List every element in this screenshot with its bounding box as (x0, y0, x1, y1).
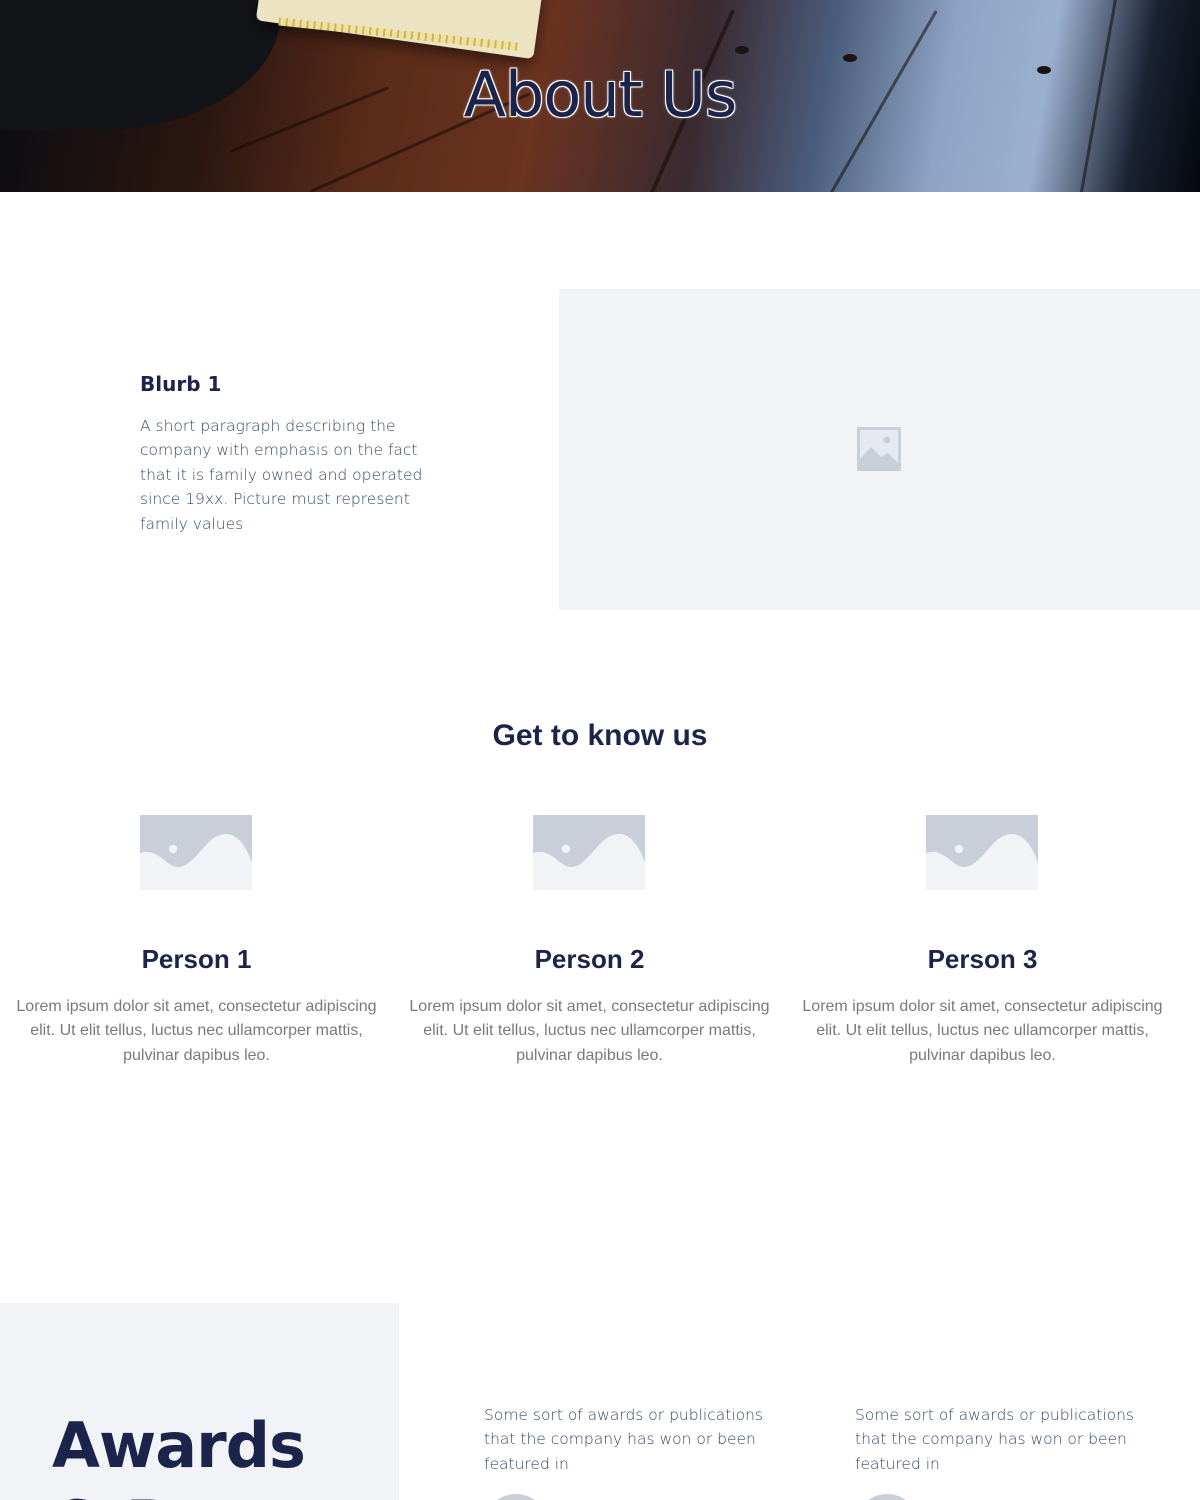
team-member-name: Person 1 (141, 944, 252, 974)
awards-title-line: & P (52, 1487, 171, 1500)
photo-placeholder-icon (533, 815, 645, 890)
awards-title-line: Awards (52, 1409, 306, 1482)
awards-panel: Awards & P (0, 1303, 399, 1500)
blurb-image-placeholder (559, 289, 1200, 610)
team-member-bio: Lorem ipsum dolor sit amet, consectetur … (409, 998, 770, 1064)
blurb-text: A short paragraph describing the company… (140, 417, 423, 533)
team-member-bio: Lorem ipsum dolor sit amet, consectetur … (16, 998, 377, 1064)
team-heading: Get to know us (492, 719, 708, 752)
image-placeholder-icon (857, 427, 901, 471)
blurb-title: Blurb 1 (140, 372, 222, 396)
photo-placeholder-icon (926, 815, 1038, 890)
team-member-name: Person 3 (927, 944, 1038, 974)
hero-banner: About Us (0, 0, 1200, 192)
awards-title: Awards & P (52, 1407, 306, 1500)
award-logo (855, 1494, 919, 1500)
team-member-bio: Lorem ipsum dolor sit amet, consectetur … (802, 998, 1163, 1064)
hero-nail-hole (735, 46, 749, 54)
award-logo (484, 1494, 548, 1500)
photo-placeholder-icon (140, 815, 252, 890)
award-item-text: Some sort of awards or publications that… (484, 1406, 763, 1473)
page-title: About Us (463, 58, 738, 131)
award-item-text: Some sort of awards or publications that… (855, 1406, 1134, 1473)
team-member-name: Person 2 (534, 944, 645, 974)
